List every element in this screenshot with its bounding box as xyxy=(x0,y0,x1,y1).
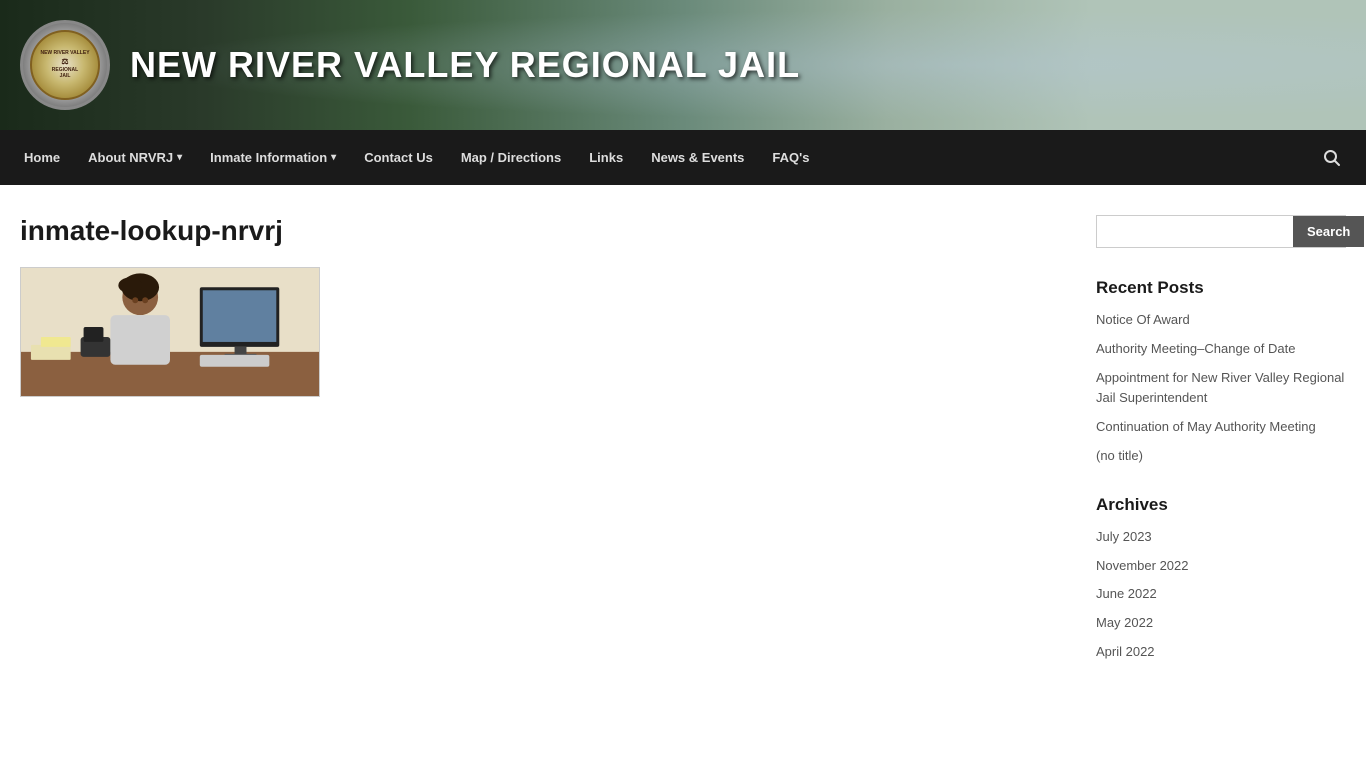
nav-links[interactable]: Links xyxy=(575,130,637,185)
nav-news-events[interactable]: News & Events xyxy=(637,130,758,185)
nav-about[interactable]: About NRVRJ xyxy=(74,130,196,185)
sidebar-search-box: Search xyxy=(1096,215,1346,248)
recent-post-3[interactable]: Appointment for New River Valley Regiona… xyxy=(1096,368,1346,410)
site-title: NEW RIVER VALLEY REGIONAL JAIL xyxy=(130,44,800,86)
recent-post-4[interactable]: Continuation of May Authority Meeting xyxy=(1096,417,1346,438)
nav-faqs[interactable]: FAQ's xyxy=(758,130,823,185)
header-banner: NEW RIVER VALLEY ⚖ REGIONAL JAIL NEW RIV… xyxy=(0,0,1366,130)
archive-2[interactable]: November 2022 xyxy=(1096,556,1346,577)
nav-inmate-information[interactable]: Inmate Information xyxy=(196,130,350,185)
recent-post-5[interactable]: (no title) xyxy=(1096,446,1346,467)
page-title: inmate-lookup-nrvrj xyxy=(20,215,1056,247)
nav-search-icon[interactable] xyxy=(1308,130,1356,185)
archive-1[interactable]: July 2023 xyxy=(1096,527,1346,548)
nav-home[interactable]: Home xyxy=(10,130,74,185)
recent-post-1[interactable]: Notice Of Award xyxy=(1096,310,1346,331)
recent-posts-title: Recent Posts xyxy=(1096,278,1346,298)
inmate-image xyxy=(20,267,320,397)
nav-bar: Home About NRVRJ Inmate Information Cont… xyxy=(0,130,1366,185)
nav-contact[interactable]: Contact Us xyxy=(350,130,447,185)
archive-4[interactable]: May 2022 xyxy=(1096,613,1346,634)
logo-badge: NEW RIVER VALLEY ⚖ REGIONAL JAIL xyxy=(20,20,110,110)
recent-posts-section: Recent Posts Notice Of Award Authority M… xyxy=(1096,278,1346,467)
sidebar-search-input[interactable] xyxy=(1097,216,1293,247)
archive-5[interactable]: April 2022 xyxy=(1096,642,1346,663)
sidebar-search-button[interactable]: Search xyxy=(1293,216,1364,247)
archives-title: Archives xyxy=(1096,495,1346,515)
recent-post-2[interactable]: Authority Meeting–Change of Date xyxy=(1096,339,1346,360)
archives-section: Archives July 2023 November 2022 June 20… xyxy=(1096,495,1346,663)
archive-3[interactable]: June 2022 xyxy=(1096,584,1346,605)
page-container: inmate-lookup-nrvrj xyxy=(0,185,1366,721)
sidebar: Search Recent Posts Notice Of Award Auth… xyxy=(1096,215,1346,691)
nav-map-directions[interactable]: Map / Directions xyxy=(447,130,575,185)
main-content: inmate-lookup-nrvrj xyxy=(20,215,1056,691)
